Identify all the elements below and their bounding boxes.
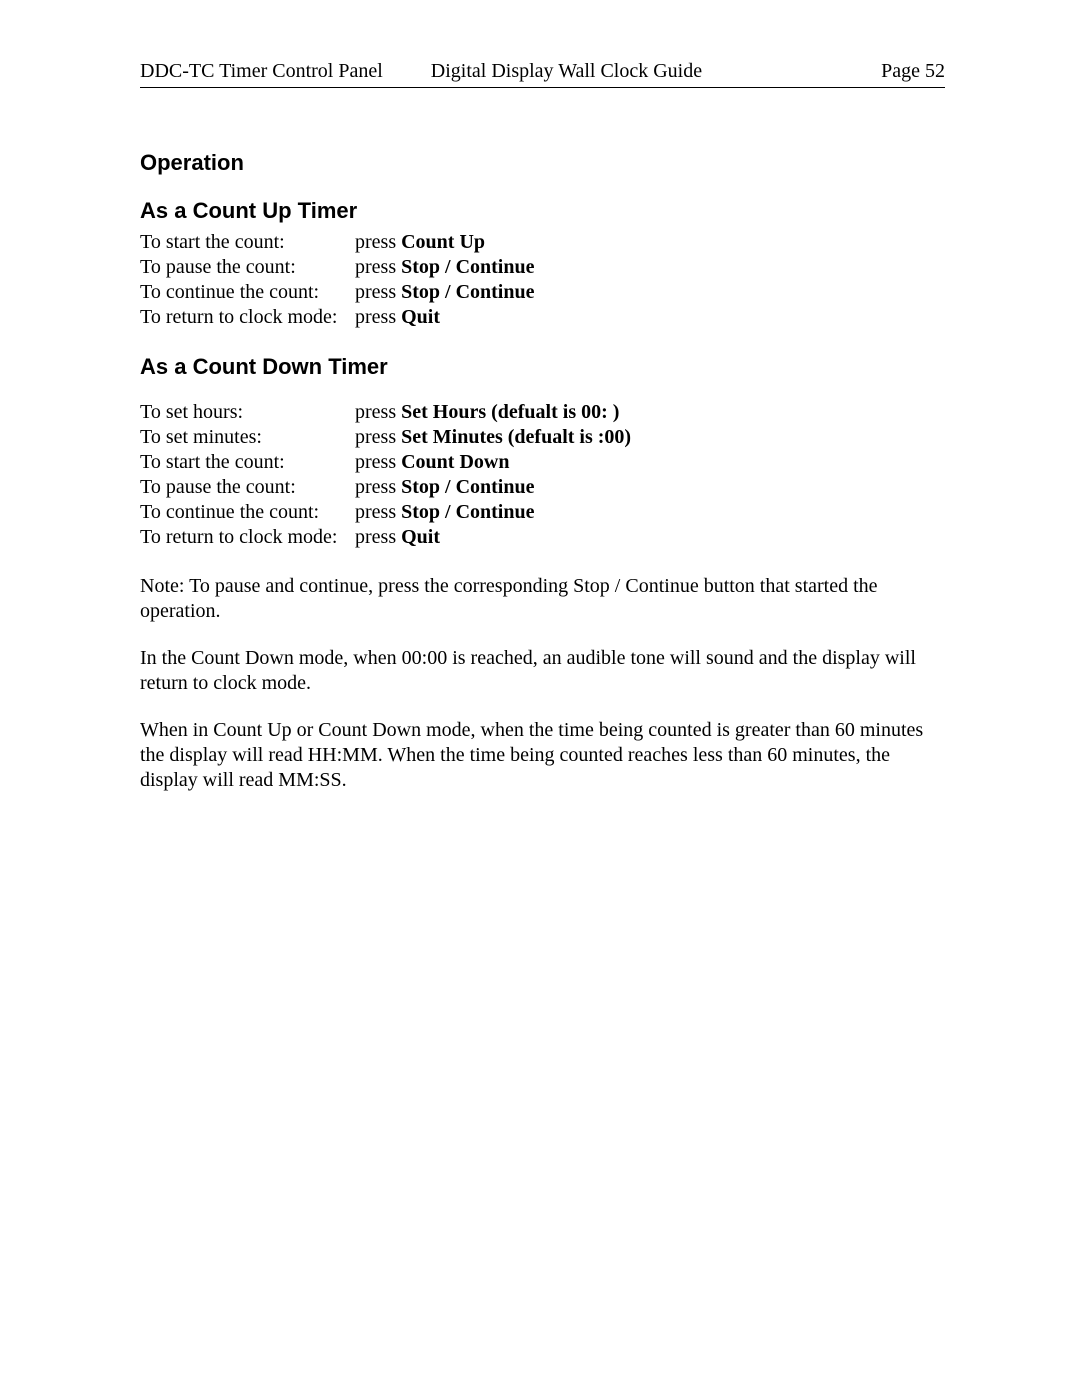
instruction-label: To pause the count: (140, 255, 355, 280)
action-prefix: press (355, 426, 401, 448)
action-prefix: press (355, 501, 401, 523)
action-prefix: press (355, 451, 401, 473)
header-left: DDC-TC Timer Control Panel Digital Displ… (140, 60, 702, 83)
action-prefix: press (355, 401, 401, 423)
instruction-label: To continue the count: (140, 280, 355, 305)
instruction-row: To pause the count: press Stop / Continu… (140, 475, 945, 500)
section-title-operation: Operation (140, 150, 945, 176)
count-up-instructions: To start the count: press Count Up To pa… (140, 230, 945, 330)
instruction-label: To return to clock mode: (140, 305, 355, 330)
action-key: Quit (401, 526, 440, 548)
instruction-row: To set hours: press Set Hours (defualt i… (140, 400, 945, 425)
instruction-row: To continue the count: press Stop / Cont… (140, 500, 945, 525)
action-prefix: press (355, 526, 401, 548)
action-key: Count Up (401, 231, 485, 253)
instruction-row: To return to clock mode: press Quit (140, 525, 945, 550)
heading-count-down: As a Count Down Timer (140, 354, 945, 380)
header-guide: Digital Display Wall Clock Guide (431, 60, 702, 83)
instruction-action: press Stop / Continue (355, 280, 534, 305)
action-key: Quit (401, 306, 440, 328)
action-key: Stop / Continue (401, 501, 534, 523)
count-down-instructions: To set hours: press Set Hours (defualt i… (140, 400, 945, 550)
instruction-label: To continue the count: (140, 500, 355, 525)
instruction-row: To return to clock mode: press Quit (140, 305, 945, 330)
instruction-action: press Set Minutes (defualt is :00) (355, 425, 631, 450)
header-product: DDC-TC Timer Control Panel (140, 60, 383, 83)
action-key: Set Minutes (defualt is :00) (401, 426, 631, 448)
action-prefix: press (355, 306, 401, 328)
instruction-label: To start the count: (140, 450, 355, 475)
instruction-row: To continue the count: press Stop / Cont… (140, 280, 945, 305)
instruction-action: press Stop / Continue (355, 500, 534, 525)
instruction-action: press Quit (355, 525, 440, 550)
instruction-action: press Quit (355, 305, 440, 330)
instruction-label: To start the count: (140, 230, 355, 255)
instruction-row: To pause the count: press Stop / Continu… (140, 255, 945, 280)
instruction-row: To start the count: press Count Down (140, 450, 945, 475)
action-key: Set Hours (defualt is 00: ) (401, 401, 619, 423)
action-prefix: press (355, 256, 401, 278)
page-header: DDC-TC Timer Control Panel Digital Displ… (140, 60, 945, 88)
instruction-action: press Set Hours (defualt is 00: ) (355, 400, 619, 425)
instruction-action: press Stop / Continue (355, 255, 534, 280)
action-key: Count Down (401, 451, 509, 473)
action-prefix: press (355, 476, 401, 498)
instruction-action: press Count Down (355, 450, 509, 475)
instruction-action: press Count Up (355, 230, 485, 255)
display-format-paragraph: When in Count Up or Count Down mode, whe… (140, 718, 945, 793)
action-prefix: press (355, 231, 401, 253)
action-key: Stop / Continue (401, 281, 534, 303)
instruction-label: To set hours: (140, 400, 355, 425)
action-prefix: press (355, 281, 401, 303)
instruction-row: To set minutes: press Set Minutes (defua… (140, 425, 945, 450)
heading-count-up: As a Count Up Timer (140, 198, 945, 224)
instruction-row: To start the count: press Count Up (140, 230, 945, 255)
countdown-paragraph: In the Count Down mode, when 00:00 is re… (140, 646, 945, 696)
note-paragraph: Note: To pause and continue, press the c… (140, 574, 945, 624)
instruction-action: press Stop / Continue (355, 475, 534, 500)
instruction-label: To pause the count: (140, 475, 355, 500)
action-key: Stop / Continue (401, 476, 534, 498)
instruction-label: To return to clock mode: (140, 525, 355, 550)
instruction-label: To set minutes: (140, 425, 355, 450)
header-page-number: Page 52 (881, 60, 945, 83)
spacer (140, 386, 945, 400)
action-key: Stop / Continue (401, 256, 534, 278)
